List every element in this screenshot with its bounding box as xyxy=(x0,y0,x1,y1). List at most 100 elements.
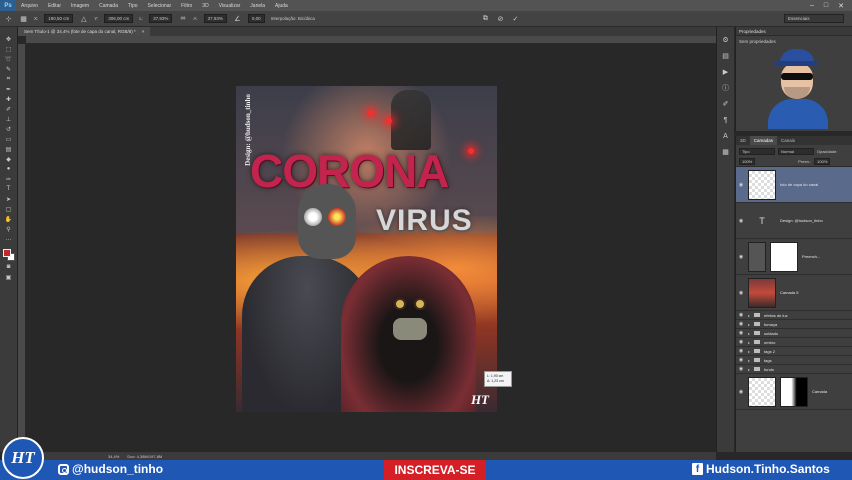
layer-group-row[interactable]: ◉ ▸ fundo xyxy=(736,365,852,374)
visibility-eye-icon[interactable]: ◉ xyxy=(738,290,744,296)
canvas-area[interactable]: Design: @hudson_tinho CORONA VIRUS HT L:… xyxy=(26,44,716,452)
layer-row[interactable]: ◉ T Design: @hudson_tinho xyxy=(736,203,852,239)
tab-layers[interactable]: Camadas xyxy=(749,136,778,145)
menu-select[interactable]: Selecionar xyxy=(143,3,177,9)
visibility-eye-icon[interactable]: ◉ xyxy=(738,389,744,395)
expand-chevron-icon[interactable]: ▸ xyxy=(748,358,750,363)
menu-view[interactable]: Visualizar xyxy=(214,3,246,9)
type-tool-icon[interactable]: T xyxy=(3,185,15,193)
menu-edit[interactable]: Editar xyxy=(43,3,66,9)
swatches-panel-icon[interactable]: ▦ xyxy=(721,147,731,157)
path-select-tool-icon[interactable]: ➤ xyxy=(3,195,15,203)
layer-row[interactable]: ◉ Camada 5 xyxy=(736,275,852,311)
visibility-eye-icon[interactable]: ◉ xyxy=(738,366,744,372)
document-tab-close-icon[interactable]: × xyxy=(142,29,145,34)
expand-chevron-icon[interactable]: ▸ xyxy=(748,331,750,336)
properties-header[interactable]: Propriedades xyxy=(736,27,852,36)
zoom-tool-icon[interactable]: ⚲ xyxy=(3,225,15,233)
layer-row[interactable]: ◉ Preench... xyxy=(736,239,852,275)
document-tab[interactable]: Sem Título-1 @ 34,4% (fote de capa do ca… xyxy=(18,27,151,36)
gradient-tool-icon[interactable]: ▤ xyxy=(3,145,15,153)
paragraph-panel-icon[interactable]: ¶ xyxy=(721,115,731,125)
quick-mask-icon[interactable]: ◙ xyxy=(3,263,15,271)
link-icon[interactable]: ∞ xyxy=(178,14,187,23)
tab-channels[interactable]: Canais xyxy=(777,136,799,145)
layer-group-row[interactable]: ◉ ▸ fumaça xyxy=(736,320,852,329)
shape-tool-icon[interactable]: ▢ xyxy=(3,205,15,213)
history-panel-icon[interactable]: ▤ xyxy=(721,51,731,61)
move-tool-icon[interactable]: ✥ xyxy=(3,35,15,43)
color-swatches[interactable] xyxy=(2,249,15,261)
history-brush-icon[interactable]: ↺ xyxy=(3,125,15,133)
delta-icon[interactable]: △ xyxy=(79,14,88,23)
layer-group-row[interactable]: ◉ ▸ ombro xyxy=(736,338,852,347)
menu-help[interactable]: Ajuda xyxy=(270,3,293,9)
layer-row[interactable]: ◉ foto de capa do canal xyxy=(736,167,852,203)
stamp-tool-icon[interactable]: ⊥ xyxy=(3,115,15,123)
maximize-button[interactable]: □ xyxy=(824,2,828,10)
lasso-tool-icon[interactable]: ➰ xyxy=(3,55,15,63)
instagram-handle[interactable]: @hudson_tinho xyxy=(58,462,163,476)
actions-panel-icon[interactable]: ▶ xyxy=(721,67,731,77)
pen-tool-icon[interactable]: ✑ xyxy=(3,175,15,183)
layer-group-row[interactable]: ◉ ▸ efeitos de luz xyxy=(736,311,852,320)
fill-input[interactable]: 100% xyxy=(814,158,831,165)
quick-select-tool-icon[interactable]: ✎ xyxy=(3,65,15,73)
visibility-eye-icon[interactable]: ◉ xyxy=(738,218,744,224)
zoom-level[interactable]: 34,4% xyxy=(108,454,119,459)
expand-chevron-icon[interactable]: ▸ xyxy=(748,340,750,345)
screen-mode-icon[interactable]: ▣ xyxy=(3,273,15,281)
visibility-eye-icon[interactable]: ◉ xyxy=(738,321,744,327)
close-button[interactable]: ✕ xyxy=(838,2,844,10)
eyedropper-tool-icon[interactable]: ✒ xyxy=(3,85,15,93)
expand-chevron-icon[interactable]: ▸ xyxy=(748,367,750,372)
vertical-ruler[interactable] xyxy=(18,44,26,452)
visibility-eye-icon[interactable]: ◉ xyxy=(738,312,744,318)
crop-tool-icon[interactable]: ⌗ xyxy=(3,75,15,83)
warp-icon[interactable]: ⧉ xyxy=(481,14,490,23)
tab-3d[interactable]: 3D xyxy=(736,136,750,145)
facebook-handle[interactable]: f Hudson.Tinho.Santos xyxy=(692,462,830,476)
menu-window[interactable]: Janela xyxy=(245,3,270,9)
dodge-tool-icon[interactable]: ● xyxy=(3,165,15,173)
minimize-button[interactable]: – xyxy=(810,2,814,10)
reference-point-icon[interactable]: ▦ xyxy=(19,14,28,23)
hand-tool-icon[interactable]: ✋ xyxy=(3,215,15,223)
visibility-eye-icon[interactable]: ◉ xyxy=(738,357,744,363)
menu-filter[interactable]: Filtro xyxy=(176,3,197,9)
layer-group-row[interactable]: ◉ ▸ soldado xyxy=(736,329,852,338)
visibility-eye-icon[interactable]: ◉ xyxy=(738,254,744,260)
x-input[interactable]: 190,50 cm xyxy=(44,14,74,23)
visibility-eye-icon[interactable]: ◉ xyxy=(738,339,744,345)
visibility-eye-icon[interactable]: ◉ xyxy=(738,348,744,354)
healing-tool-icon[interactable]: ✚ xyxy=(3,95,15,103)
expand-chevron-icon[interactable]: ▸ xyxy=(748,349,750,354)
menu-type[interactable]: Tipo xyxy=(123,3,143,9)
height-input[interactable]: 37,93% xyxy=(203,14,227,23)
eraser-tool-icon[interactable]: ▭ xyxy=(3,135,15,143)
artwork-canvas[interactable]: Design: @hudson_tinho CORONA VIRUS HT xyxy=(236,86,497,412)
menu-file[interactable]: Arquivo xyxy=(16,3,43,9)
blur-tool-icon[interactable]: ◆ xyxy=(3,155,15,163)
width-input[interactable]: 37,93% xyxy=(149,14,173,23)
visibility-eye-icon[interactable]: ◉ xyxy=(738,330,744,336)
y-input[interactable]: 306,00 cm xyxy=(104,14,134,23)
layer-filter-select[interactable]: Tipo xyxy=(739,148,775,155)
expand-chevron-icon[interactable]: ▸ xyxy=(748,313,750,318)
expand-chevron-icon[interactable]: ▸ xyxy=(748,322,750,327)
interpolation-select[interactable]: Interpolação: Bicúbica xyxy=(271,16,315,21)
transform-tool-icon[interactable]: ⊹ xyxy=(4,14,13,23)
marquee-tool-icon[interactable]: ⬚ xyxy=(3,45,15,53)
commit-transform-icon[interactable]: ✓ xyxy=(511,14,520,23)
properties-panel-icon[interactable]: ⚙ xyxy=(721,35,731,45)
angle-input[interactable]: 0,00 xyxy=(247,14,265,23)
layer-group-row[interactable]: ◉ ▸ tags 2 xyxy=(736,347,852,356)
layer-row[interactable]: ◉ Camada xyxy=(736,374,852,410)
foreground-color-swatch[interactable] xyxy=(2,249,11,257)
brush-panel-icon[interactable]: ✐ xyxy=(721,99,731,109)
cancel-transform-icon[interactable]: ⊘ xyxy=(496,14,505,23)
visibility-eye-icon[interactable]: ◉ xyxy=(738,182,744,188)
info-panel-icon[interactable]: ⓘ xyxy=(721,83,731,93)
brush-tool-icon[interactable]: ✐ xyxy=(3,105,15,113)
workspace-select[interactable]: Essenciais xyxy=(784,14,844,23)
